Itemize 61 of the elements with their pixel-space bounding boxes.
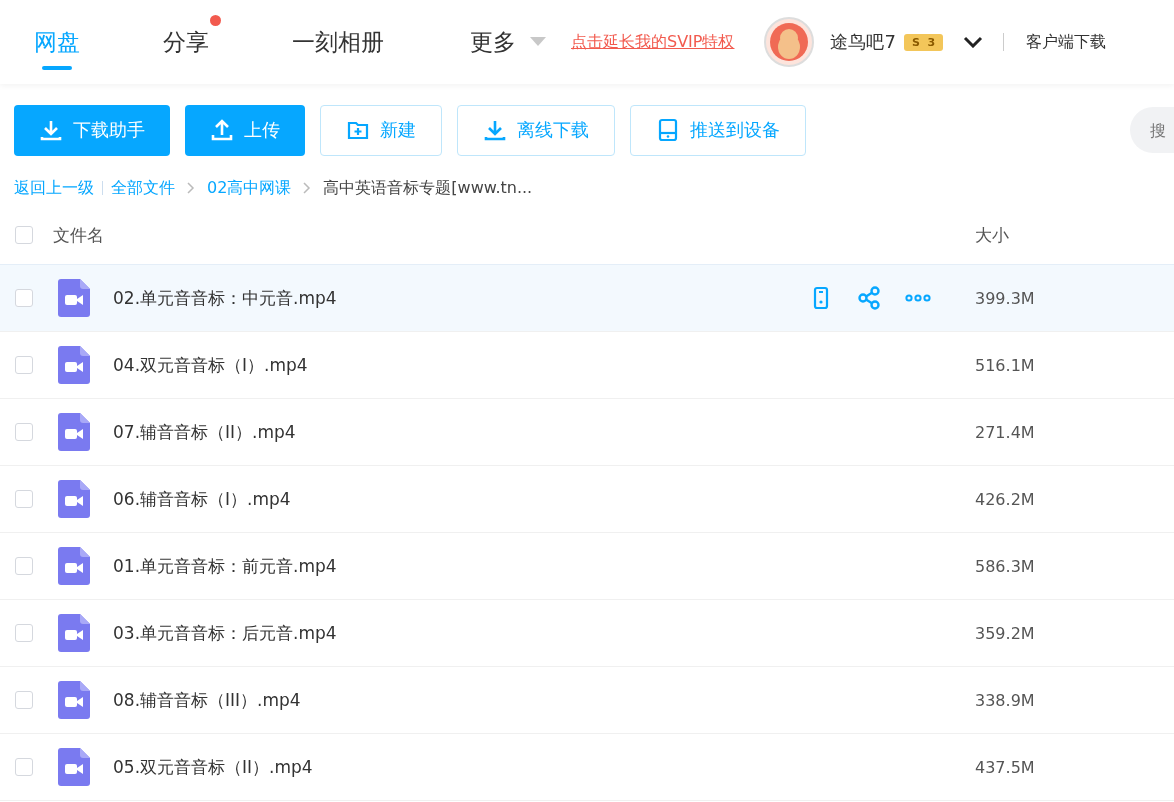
nav-tab[interactable]: 更多 [470, 0, 546, 84]
file-size: 516.1M [975, 355, 1036, 375]
row-checkbox[interactable] [15, 490, 33, 508]
file-size: 586.3M [975, 556, 1036, 576]
file-name[interactable]: 02.单元音音标：中元音.mp4 [113, 286, 337, 310]
nav-tab[interactable]: 分享 [163, 0, 221, 84]
video-file-icon [58, 748, 90, 786]
user-name[interactable]: 途鸟吧7 [830, 30, 896, 54]
video-file-icon [58, 681, 90, 719]
nav-tab[interactable]: 一刻相册 [292, 0, 384, 84]
file-name[interactable]: 08.辅音音标（III）.mp4 [113, 688, 301, 712]
file-name[interactable]: 06.辅音音标（I）.mp4 [113, 487, 291, 511]
file-size: 437.5M [975, 757, 1036, 777]
file-row[interactable]: 08.辅音音标（III）.mp4 338.9M [0, 667, 1174, 734]
chevron-down-icon[interactable] [963, 36, 984, 48]
breadcrumb-item[interactable]: 高中英语音标专题[www.tn... [323, 177, 533, 199]
file-name[interactable]: 04.双元音音标（I）.mp4 [113, 353, 308, 377]
file-row[interactable]: 01.单元音音标：前元音.mp4 586.3M [0, 533, 1174, 600]
file-row[interactable]: 04.双元音音标（I）.mp4 516.1M [0, 332, 1174, 399]
video-file-icon [58, 413, 90, 451]
client-download-link[interactable]: 客户端下载 [1026, 31, 1107, 53]
video-file-icon [58, 547, 90, 585]
row-checkbox[interactable] [15, 423, 33, 441]
avatar-icon[interactable] [764, 17, 815, 67]
column-header[interactable]: 文件名 [53, 223, 104, 247]
file-size: 399.3M [975, 288, 1036, 308]
select-all-checkbox[interactable] [15, 226, 33, 244]
chevron-right-icon [303, 182, 312, 194]
upload-icon [210, 118, 234, 142]
file-name[interactable]: 01.单元音音标：前元音.mp4 [113, 554, 337, 578]
row-checkbox[interactable] [15, 691, 33, 709]
device-icon [656, 118, 680, 142]
file-size: 271.4M [975, 422, 1036, 442]
download-icon [39, 118, 63, 142]
download-icon [483, 118, 507, 142]
file-name[interactable]: 05.双元音音标（II）.mp4 [113, 755, 313, 779]
column-header[interactable]: 大小 [975, 223, 1174, 247]
row-checkbox[interactable] [15, 758, 33, 776]
video-file-icon [58, 346, 90, 384]
file-name[interactable]: 07.辅音音标（II）.mp4 [113, 420, 296, 444]
file-row[interactable]: 03.单元音音标：后元音.mp4 359.2M [0, 600, 1174, 667]
file-size: 359.2M [975, 623, 1036, 643]
chevron-right-icon [187, 182, 195, 194]
file-row[interactable]: 06.辅音音标（I）.mp4 426.2M [0, 466, 1174, 533]
row-checkbox[interactable] [15, 557, 33, 575]
file-row[interactable]: 05.双元音音标（II）.mp4 437.5M [0, 734, 1174, 801]
vip-level-badge: S 3 [903, 33, 944, 51]
file-size: 426.2M [975, 489, 1036, 509]
file-row[interactable]: 07.辅音音标（II）.mp4 271.4M [0, 399, 1174, 466]
row-checkbox[interactable] [15, 289, 33, 307]
more-icon[interactable] [905, 294, 931, 302]
video-file-icon [58, 480, 90, 518]
video-file-icon [58, 279, 90, 317]
row-checkbox[interactable] [15, 624, 33, 642]
file-size: 338.9M [975, 690, 1036, 710]
video-file-icon [58, 614, 90, 652]
row-checkbox[interactable] [15, 356, 33, 374]
file-row[interactable]: 02.单元音音标：中元音.mp4 399.3M [0, 264, 1174, 332]
share-icon[interactable] [857, 286, 881, 310]
file-name[interactable]: 03.单元音音标：后元音.mp4 [113, 621, 337, 645]
search-field[interactable]: 搜 [1130, 107, 1174, 153]
